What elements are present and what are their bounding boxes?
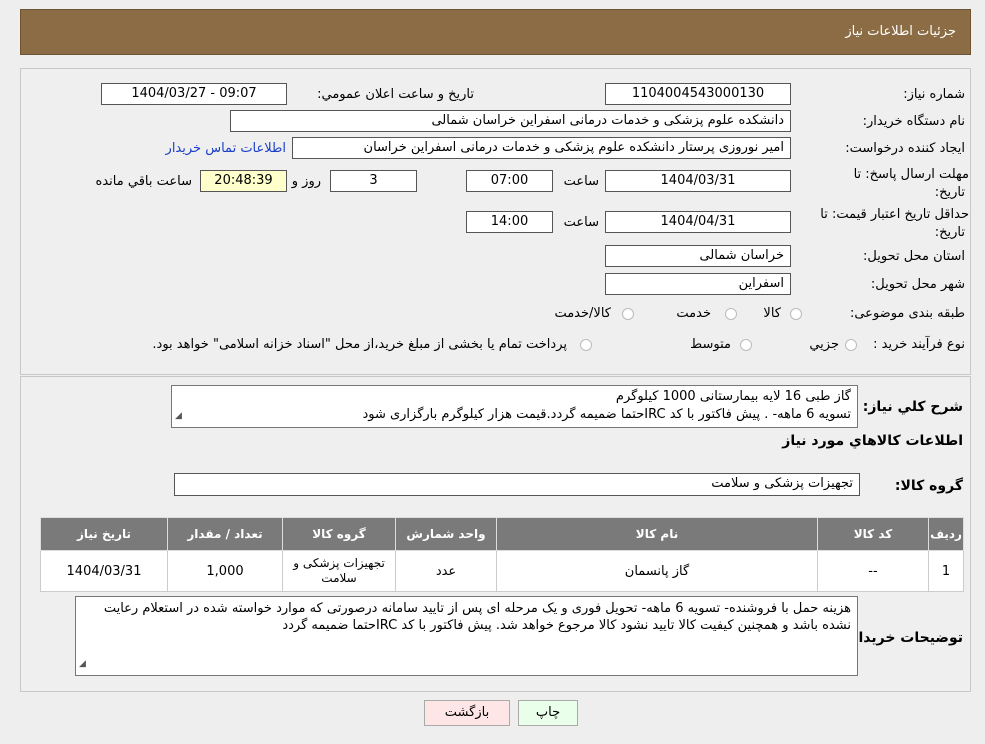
table-row: 1 -- گاز پانسمان عدد تجهیزات پزشکی و سلا… [40,550,964,592]
validity-label-2: تاريخ: [934,225,965,240]
deadline-time-label: ساعت [563,174,599,189]
buyer-notes-label: توضيحات خريدار: [844,630,963,646]
deadline-label-2: تاريخ: [934,185,965,200]
cell-item-name: گاز پانسمان [496,550,818,592]
need-number-field: 1104004543000130 [605,83,791,105]
cell-unit: عدد [395,550,497,592]
requester-label: ايجاد کننده درخواست: [845,141,965,156]
deadline-date-field: 1404/03/31 [605,170,791,192]
col-unit: واحد شمارش [395,517,497,551]
buyer-contact-link[interactable]: اطلاعات تماس خريدار [166,140,286,158]
province-field: خراسان شمالی [605,245,791,267]
summary-line-1: گاز طبی 16 لایه بیمارستانی 1000 کیلوگرم [615,389,851,404]
days-field: 3 [330,170,417,192]
deadline-time-field: 07:00 [466,170,553,192]
category-radio-goods-service[interactable] [622,308,634,320]
summary-label: شرح کلي نياز: [862,399,963,415]
resize-grip-icon[interactable]: ◢ [175,407,182,425]
goods-section-title: اطلاعات کالاهاي مورد نياز [782,433,963,449]
print-button[interactable]: چاپ [518,700,578,726]
col-quantity: تعداد / مقدار [167,517,283,551]
remaining-time-label: ساعت باقي مانده [95,174,192,189]
cell-row-number: 1 [928,550,964,592]
process-option-minor: جزيي [809,337,839,352]
col-item-name: نام کالا [496,517,818,551]
goods-group-field: تجهیزات پزشکی و سلامت [174,473,860,496]
buyer-notes-text: هزینه حمل با فروشنده- تسویه 6 ماهه- تحوی… [103,601,851,633]
col-need-date: تاريخ نياز [40,517,168,551]
province-label: استان محل تحويل: [863,249,965,264]
need-number-label: شماره نياز: [903,87,965,102]
validity-time-field: 14:00 [466,211,553,233]
announce-datetime-label: تاريخ و ساعت اعلان عمومي: [317,87,474,102]
goods-table: رديف کد کالا نام کالا واحد شمارش گروه کا… [40,517,964,592]
process-checkbox-treasury[interactable] [580,339,592,351]
category-label: طبقه بندی موضوعی: [849,306,965,321]
cell-quantity: 1,000 [167,550,283,592]
days-label: روز و [291,174,321,189]
back-button[interactable]: بازگشت [424,700,510,726]
buyer-notes-textarea[interactable]: هزینه حمل با فروشنده- تسویه 6 ماهه- تحوی… [75,596,858,676]
category-radio-service[interactable] [725,308,737,320]
cell-item-group: تجهیزات پزشکی و سلامت [282,550,396,592]
process-type-label: نوع فرآيند خريد : [873,337,965,352]
validity-label: حداقل تاريخ اعتبار قيمت: تا [820,207,969,222]
category-option-goods: کالا [763,306,781,321]
goods-table-header: رديف کد کالا نام کالا واحد شمارش گروه کا… [40,517,964,551]
buyer-org-label: نام دستگاه خريدار: [862,114,965,129]
city-label: شهر محل تحويل: [870,277,965,292]
deadline-label: مهلت ارسال پاسخ: تا [853,167,969,182]
validity-date-field: 1404/04/31 [605,211,791,233]
col-item-group: گروه کالا [282,517,396,551]
resize-grip-icon[interactable]: ◢ [79,656,86,673]
validity-time-label: ساعت [563,215,599,230]
category-option-service: خدمت [676,306,711,321]
page-title: جزئیات اطلاعات نیاز [845,24,956,39]
goods-group-label: گروه کالا: [894,478,963,494]
summary-textarea[interactable]: گاز طبی 16 لایه بیمارستانی 1000 کیلوگرم … [171,385,858,428]
process-option-medium: متوسط [690,337,731,352]
cell-item-code: -- [817,550,929,592]
col-item-code: کد کالا [817,517,929,551]
announce-datetime-field: 1404/03/27 - 09:07 [101,83,287,105]
cell-need-date: 1404/03/31 [40,550,168,592]
summary-line-2: تسویه 6 ماهه- . پیش فاکتور با کد IRCحتما… [362,407,851,422]
buyer-org-field: دانشکده علوم پزشکی و خدمات درمانی اسفرای… [230,110,791,132]
process-radio-minor[interactable] [845,339,857,351]
city-field: اسفراین [605,273,791,295]
requester-field: امیر نوروزی پرستار دانشکده علوم پزشکی و … [292,137,791,159]
process-treasury-note: پرداخت تمام يا بخشی از مبلغ خريد،از محل … [152,337,567,352]
remaining-time-field: 20:48:39 [200,170,287,192]
category-option-goods-service: کالا/خدمت [554,306,611,321]
col-row-number: رديف [928,517,964,551]
process-radio-medium[interactable] [740,339,752,351]
category-radio-goods[interactable] [790,308,802,320]
page-header: جزئیات اطلاعات نیاز [20,9,971,55]
